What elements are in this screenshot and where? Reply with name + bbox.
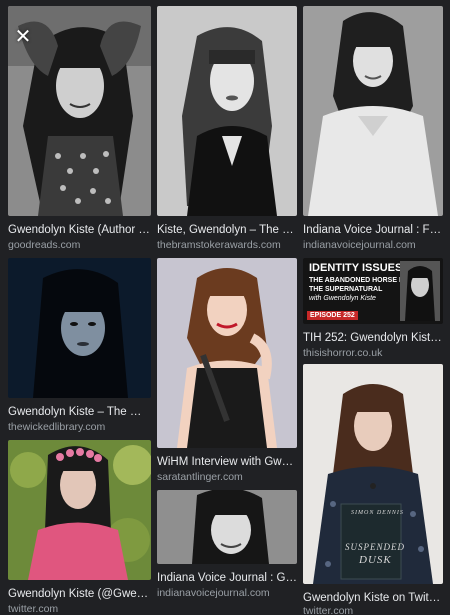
episode-badge: EPISODE 252 xyxy=(307,311,358,320)
result-thumbnail[interactable] xyxy=(8,440,151,580)
result-source: indianavoicejournal.com xyxy=(303,239,416,251)
book-title-line: SUSPENDED xyxy=(345,542,405,552)
image-result[interactable]: Kiste, Gwendolyn – The Bra... thebramsto… xyxy=(157,6,297,252)
result-source: saratantlinger.com xyxy=(157,471,243,483)
result-source: goodreads.com xyxy=(8,239,81,251)
image-result[interactable]: Indiana Voice Journal : FICTI... indiana… xyxy=(303,6,443,252)
result-thumbnail[interactable] xyxy=(157,258,297,448)
result-caption[interactable]: Gwendolyn Kiste on Twitter: ... xyxy=(303,591,443,605)
result-caption[interactable]: TIH 252: Gwendolyn Kiste on... xyxy=(303,331,443,345)
book-title-line: DUSK xyxy=(359,554,392,566)
image-result[interactable]: Gwendolyn Kiste – The Wick... thewickedl… xyxy=(8,258,151,434)
image-results-grid: ✕ Gwendolyn Kiste (Author of ... goodrea… xyxy=(0,0,450,615)
author-photo xyxy=(400,261,440,321)
result-thumbnail[interactable]: IDENTITY ISSUES THE ABANDONED HORSE FARM… xyxy=(303,258,443,324)
result-source: twitter.com xyxy=(8,603,59,615)
result-source: thisishorror.co.uk xyxy=(303,347,383,358)
result-thumbnail[interactable]: SIMON DENNIS SUSPENDED DUSK xyxy=(303,364,443,584)
result-source: thebramstokerawards.com xyxy=(157,239,281,251)
book-author: SIMON DENNIS xyxy=(351,510,404,516)
result-thumbnail[interactable] xyxy=(8,258,151,398)
result-caption[interactable]: Indiana Voice Journal : Gwe... xyxy=(157,571,297,585)
podcast-guest: with Gwendolyn Kiste xyxy=(309,295,376,302)
result-caption[interactable]: Gwendolyn Kiste (Author of ... xyxy=(8,223,151,237)
result-caption[interactable]: Gwendolyn Kiste – The Wick... xyxy=(8,405,151,419)
result-caption[interactable]: Indiana Voice Journal : FICTI... xyxy=(303,223,443,237)
close-icon[interactable]: ✕ xyxy=(12,26,34,48)
image-result[interactable]: IDENTITY ISSUES THE ABANDONED HORSE FARM… xyxy=(303,258,443,358)
image-result[interactable]: Indiana Voice Journal : Gwe... indianavo… xyxy=(157,490,297,615)
result-caption[interactable]: Kiste, Gwendolyn – The Bra... xyxy=(157,223,297,237)
image-result[interactable]: Gwendolyn Kiste (@Gwendol... twitter.com xyxy=(8,440,151,615)
result-caption[interactable]: Gwendolyn Kiste (@Gwendol... xyxy=(8,587,151,601)
image-result[interactable]: WiHM Interview with Gwend... saratantlin… xyxy=(157,258,297,484)
podcast-title: IDENTITY ISSUES xyxy=(309,262,403,274)
podcast-subtitle: THE SUPERNATURAL xyxy=(309,286,383,293)
image-result[interactable]: SIMON DENNIS SUSPENDED DUSK Gwendolyn Ki… xyxy=(303,364,443,615)
result-source: thewickedlibrary.com xyxy=(8,421,106,433)
result-source: indianavoicejournal.com xyxy=(157,587,270,599)
result-thumbnail[interactable] xyxy=(157,490,297,564)
result-source: twitter.com xyxy=(303,605,354,615)
result-caption[interactable]: WiHM Interview with Gwend... xyxy=(157,455,297,469)
result-thumbnail[interactable] xyxy=(157,6,297,216)
result-thumbnail[interactable] xyxy=(303,6,443,216)
